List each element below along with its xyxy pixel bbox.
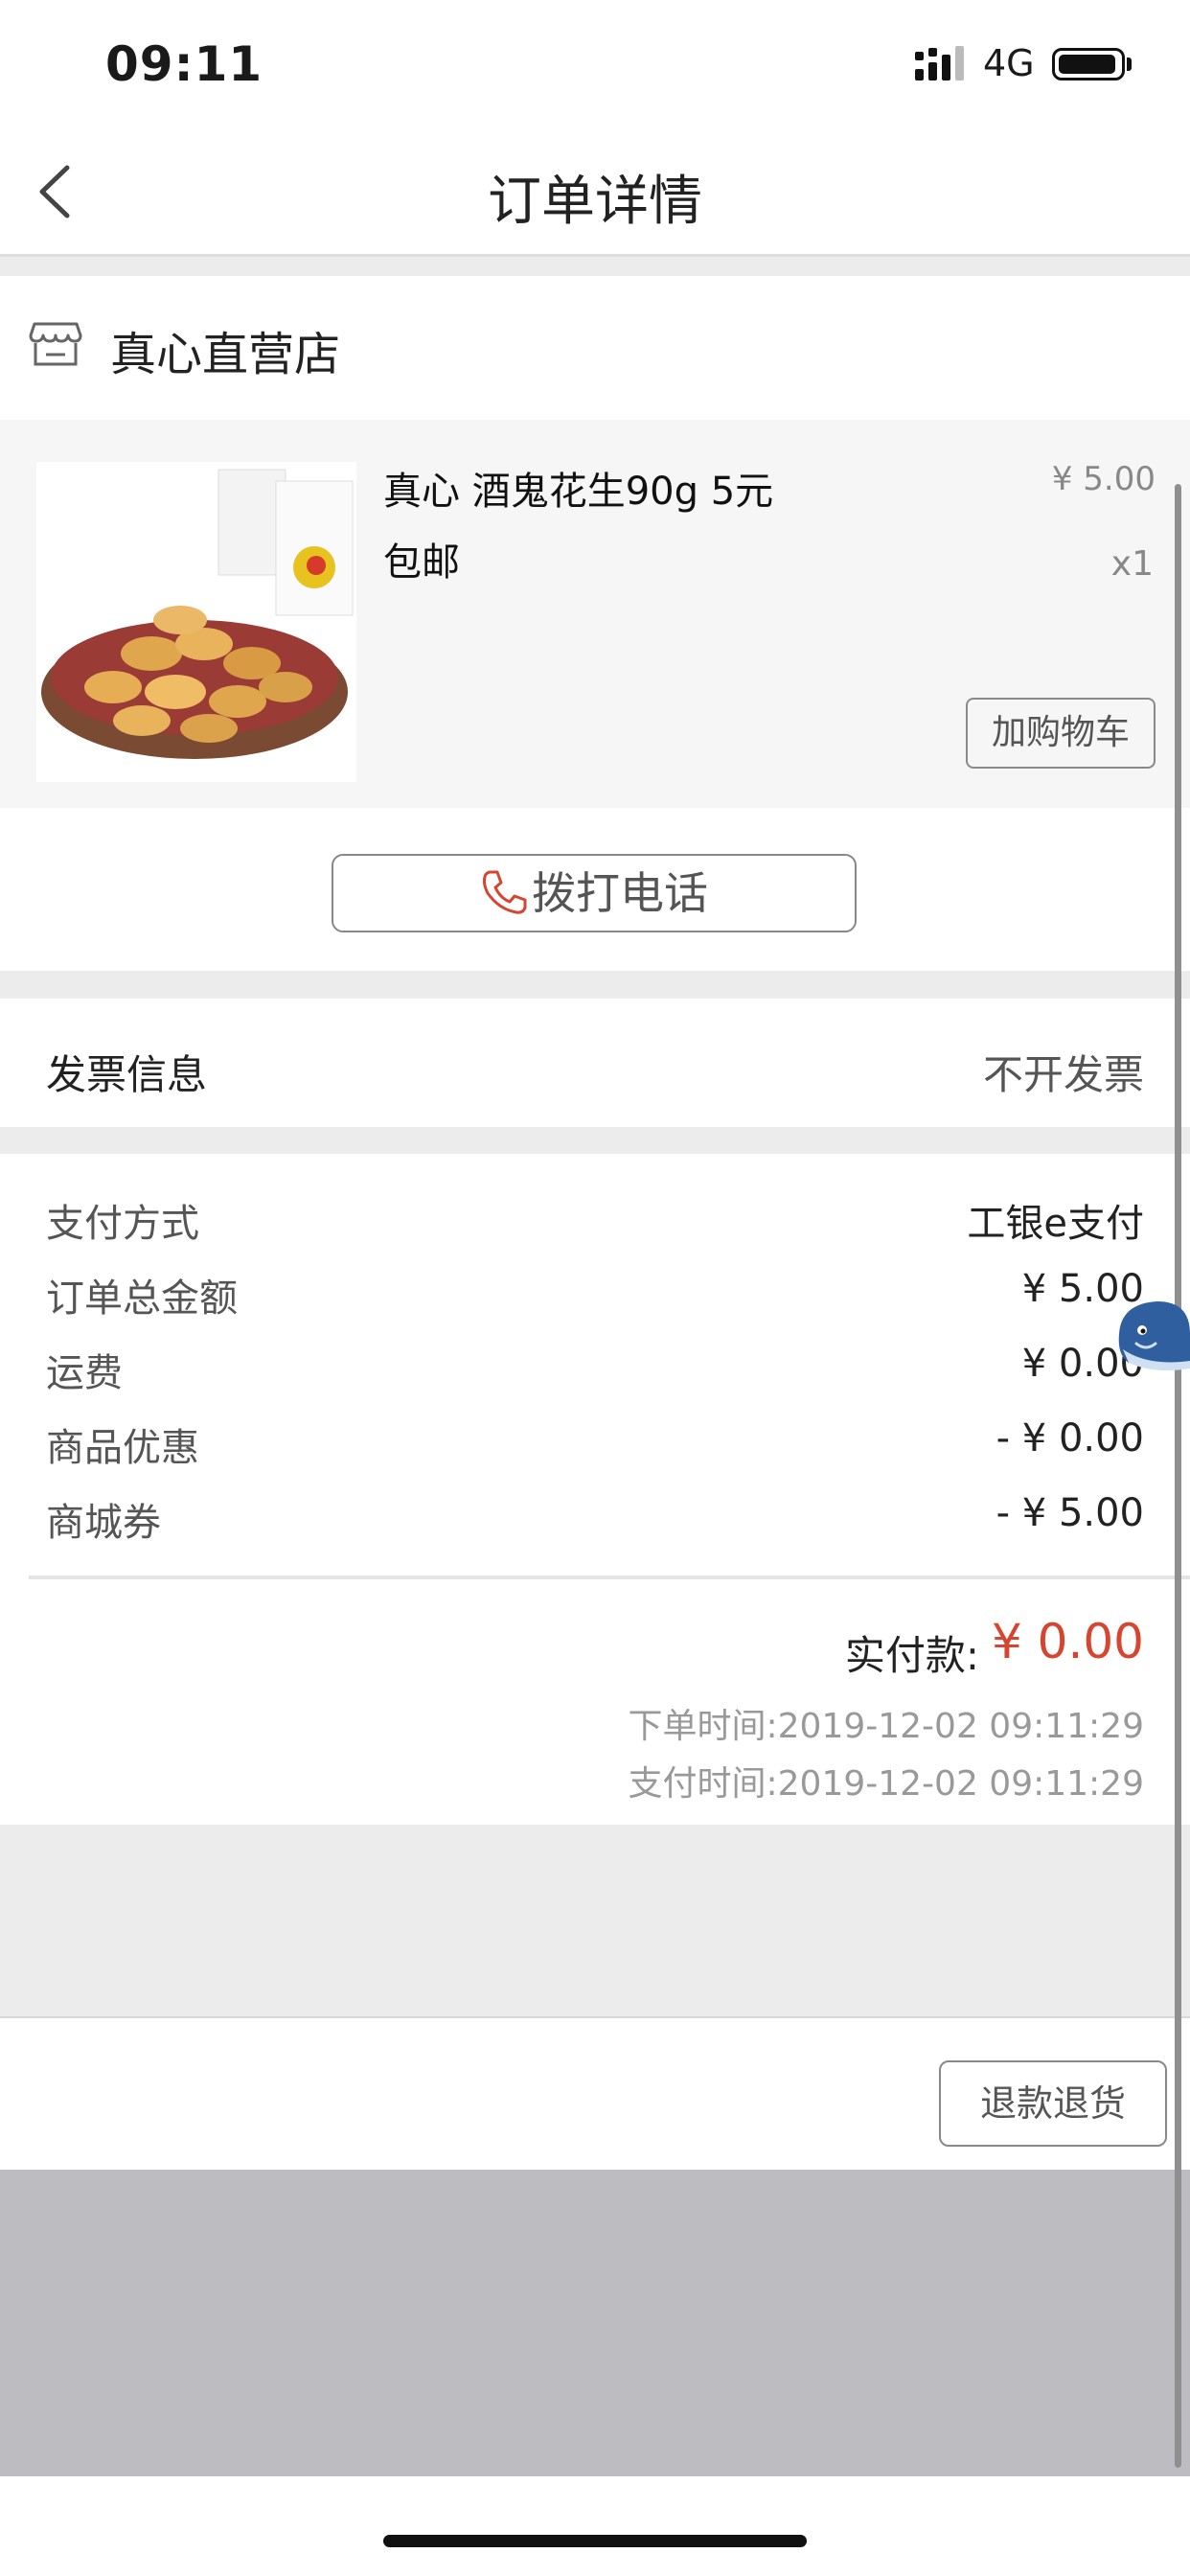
call-button-label: 拨打电话 — [532, 867, 708, 919]
call-row: 拨打电话 — [0, 808, 1190, 971]
discount-value: - ¥ 0.00 — [995, 1416, 1144, 1460]
order-total-label: 订单总金额 — [46, 1276, 238, 1321]
product-price: ¥ 5.00 — [1051, 460, 1156, 498]
pay-time: 支付时间:2019-12-02 09:11:29 — [628, 1764, 1144, 1804]
product-card[interactable]: 真心 酒鬼花生90g 5元包邮 ¥ 5.00 x1 加购物车 — [0, 420, 1190, 808]
payment-section: 支付方式 工银e支付 订单总金额 ¥ 5.00 运费 ¥ 0.00 商品优惠 -… — [0, 1154, 1190, 1825]
product-name: 真心 酒鬼花生90g 5元包邮 — [383, 470, 774, 585]
page-title: 订单详情 — [488, 171, 702, 233]
payment-method-value: 工银e支付 — [967, 1202, 1144, 1246]
peanut-image — [41, 469, 354, 759]
phone-icon — [482, 870, 527, 914]
invoice-value: 不开发票 — [982, 1051, 1144, 1098]
section-gap — [0, 971, 1190, 999]
product-quantity: x1 — [1110, 544, 1154, 584]
divider — [29, 1576, 1190, 1579]
store-row[interactable]: 真心直营店 — [0, 276, 1190, 420]
shipping-label: 运费 — [46, 1351, 123, 1395]
section-gap — [0, 257, 1190, 276]
coupon-value: - ¥ 5.00 — [995, 1491, 1144, 1535]
status-bar: 09:11 4G — [0, 0, 1190, 129]
product-image[interactable] — [36, 462, 356, 782]
coupon-label: 商城券 — [46, 1501, 161, 1545]
section-gap — [0, 1127, 1190, 1154]
whale-mascot-icon[interactable] — [1100, 1286, 1190, 1382]
store-icon — [29, 322, 82, 366]
battery-cap — [1127, 58, 1132, 71]
discount-label: 商品优惠 — [46, 1426, 199, 1470]
nav-bar: 订单详情 — [0, 129, 1190, 257]
actual-paid-label: 实付款: — [844, 1632, 979, 1679]
payment-method-label: 支付方式 — [46, 1202, 199, 1246]
status-time: 09:11 — [105, 36, 263, 92]
signal-icon — [915, 46, 964, 80]
home-area — [0, 2476, 1190, 2576]
call-button[interactable]: 拨打电话 — [332, 854, 857, 932]
battery-icon — [1052, 48, 1125, 80]
overlay-area — [0, 2170, 1190, 2476]
refund-button[interactable]: 退款退货 — [939, 2060, 1167, 2147]
store-name: 真心直营店 — [110, 328, 341, 381]
empty-area — [0, 1825, 1190, 2018]
action-bar: 退款退货 — [0, 2018, 1190, 2170]
invoice-row[interactable]: 发票信息 不开发票 — [0, 999, 1190, 1127]
order-time: 下单时间:2019-12-02 09:11:29 — [628, 1707, 1144, 1746]
invoice-label: 发票信息 — [46, 1051, 208, 1098]
actual-paid-value: ¥ 0.00 — [991, 1614, 1144, 1669]
home-indicator[interactable] — [383, 2535, 807, 2547]
scrollbar[interactable] — [1175, 484, 1181, 2468]
add-to-cart-button[interactable]: 加购物车 — [966, 698, 1156, 769]
network-type: 4G — [983, 42, 1035, 84]
